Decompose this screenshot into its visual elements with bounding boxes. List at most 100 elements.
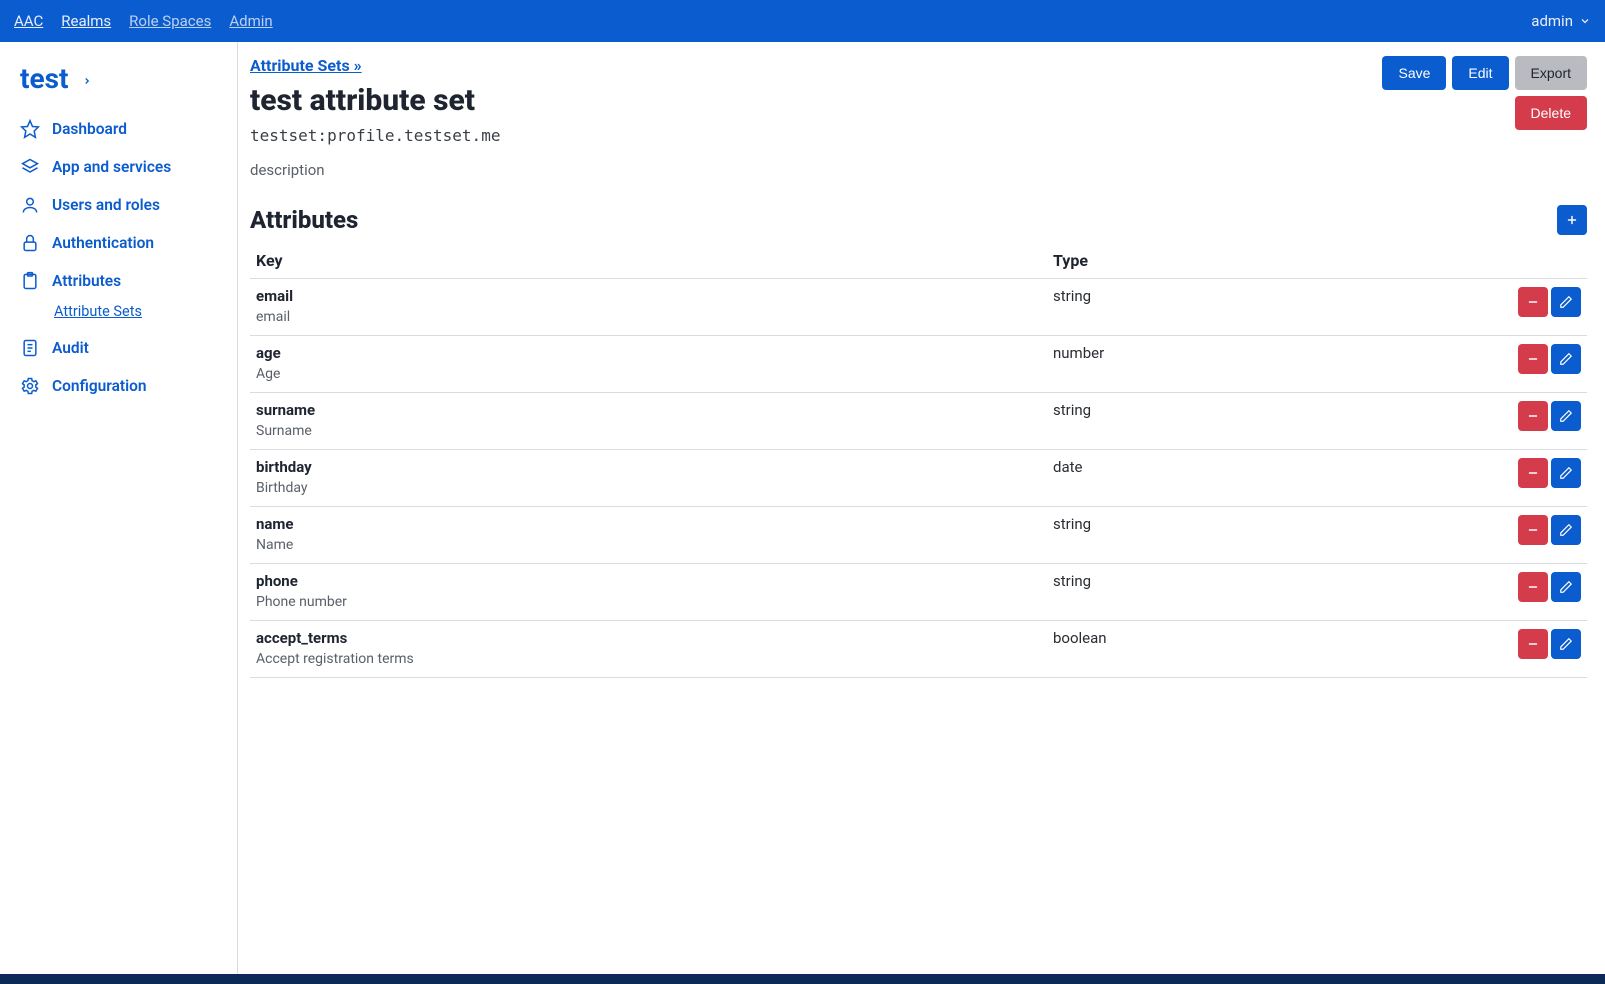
attr-type: string <box>1047 507 1487 564</box>
nav-link-admin[interactable]: Admin <box>229 12 272 30</box>
export-button[interactable]: Export <box>1515 56 1587 90</box>
add-attribute-button[interactable] <box>1557 205 1587 235</box>
attr-type: string <box>1047 279 1487 336</box>
attr-key: name <box>256 515 1041 533</box>
sidebar-menu: Dashboard App and services Users and rol… <box>20 119 223 396</box>
edit-attribute-button[interactable] <box>1551 572 1581 602</box>
pencil-icon <box>1559 466 1573 480</box>
remove-attribute-button[interactable] <box>1518 515 1548 545</box>
attr-desc: Birthday <box>256 480 1041 496</box>
remove-attribute-button[interactable] <box>1518 401 1548 431</box>
sidebar-item-authentication[interactable]: Authentication <box>20 233 223 253</box>
nav-link-role-spaces[interactable]: Role Spaces <box>129 12 211 30</box>
lock-icon <box>20 233 40 253</box>
minus-icon <box>1526 523 1540 537</box>
attr-key: age <box>256 344 1041 362</box>
minus-icon <box>1526 580 1540 594</box>
pencil-icon <box>1559 295 1573 309</box>
sidebar-label: Authentication <box>52 234 154 252</box>
table-row: ageAgenumber <box>250 336 1587 393</box>
sidebar-label: App and services <box>52 158 171 176</box>
edit-attribute-button[interactable] <box>1551 515 1581 545</box>
attr-key: phone <box>256 572 1041 590</box>
gear-icon <box>20 376 40 396</box>
table-row: accept_terms Accept registration terms boo… <box>250 621 1587 678</box>
col-header-actions <box>1487 243 1587 279</box>
remove-attribute-button[interactable] <box>1518 458 1548 488</box>
sidebar-item-dashboard[interactable]: Dashboard <box>20 119 223 139</box>
save-button[interactable]: Save <box>1382 56 1446 90</box>
description: description <box>250 161 1587 179</box>
star-icon <box>20 119 40 139</box>
minus-icon <box>1526 409 1540 423</box>
remove-attribute-button[interactable] <box>1518 287 1548 317</box>
edit-attribute-button[interactable] <box>1551 287 1581 317</box>
user-icon <box>20 195 40 215</box>
page-title: test attribute set <box>250 83 1370 118</box>
delete-button[interactable]: Delete <box>1515 96 1587 130</box>
table-row: email email string <box>250 279 1587 336</box>
table-row: name Name string <box>250 507 1587 564</box>
pencil-icon <box>1559 637 1573 651</box>
edit-attribute-button[interactable] <box>1551 401 1581 431</box>
remove-attribute-button[interactable] <box>1518 629 1548 659</box>
attr-desc: Accept registration terms <box>256 651 1041 667</box>
nav-link-realms[interactable]: Realms <box>61 12 111 30</box>
remove-attribute-button[interactable] <box>1518 344 1548 374</box>
edit-attribute-button[interactable] <box>1551 629 1581 659</box>
pencil-icon <box>1559 523 1573 537</box>
main-content: Attribute Sets » test attribute set test… <box>238 42 1605 974</box>
sidebar: test Dashboard App and services <box>0 42 238 974</box>
sidebar-label: Configuration <box>52 377 147 395</box>
attr-desc: Name <box>256 537 1041 553</box>
section-title: Attributes <box>250 206 1557 234</box>
attr-type: string <box>1047 564 1487 621</box>
attr-key: accept_terms <box>256 629 1041 647</box>
pencil-icon <box>1559 409 1573 423</box>
sidebar-item-users-roles[interactable]: Users and roles <box>20 195 223 215</box>
edit-attribute-button[interactable] <box>1551 344 1581 374</box>
breadcrumb[interactable]: Attribute Sets » <box>250 56 362 75</box>
table-row: phonePhone numberstring <box>250 564 1587 621</box>
header-actions: Save Edit Export Delete <box>1382 56 1587 130</box>
attr-key: birthday <box>256 458 1041 476</box>
sidebar-subitem-attribute-sets[interactable]: Attribute Sets <box>54 303 142 320</box>
realm-switcher[interactable]: test <box>20 62 223 95</box>
realm-name: test <box>20 62 68 95</box>
minus-icon <box>1526 637 1540 651</box>
col-header-key: Key <box>250 243 1047 279</box>
pencil-icon <box>1559 352 1573 366</box>
attr-desc: email <box>256 309 1041 325</box>
minus-icon <box>1526 466 1540 480</box>
nav-link-aac[interactable]: AAC <box>14 12 43 30</box>
topbar: AAC Realms Role Spaces Admin admin <box>0 0 1605 42</box>
sidebar-label: Dashboard <box>52 120 127 138</box>
sidebar-item-attributes[interactable]: Attributes <box>20 271 223 291</box>
sidebar-item-audit[interactable]: Audit <box>20 338 223 358</box>
sidebar-item-configuration[interactable]: Configuration <box>20 376 223 396</box>
attr-type: number <box>1047 336 1487 393</box>
identifier: testset:profile.testset.me <box>250 126 1370 145</box>
remove-attribute-button[interactable] <box>1518 572 1548 602</box>
table-row: birthdayBirthdaydate <box>250 450 1587 507</box>
attr-key: surname <box>256 401 1041 419</box>
plus-icon <box>1565 213 1579 227</box>
topbar-nav: AAC Realms Role Spaces Admin <box>14 12 273 30</box>
footer-bar <box>0 974 1605 984</box>
attr-key: email <box>256 287 1041 305</box>
col-header-type: Type <box>1047 243 1487 279</box>
edit-button[interactable]: Edit <box>1452 56 1508 90</box>
file-icon <box>20 338 40 358</box>
minus-icon <box>1526 352 1540 366</box>
table-row: surname Surname string <box>250 393 1587 450</box>
sidebar-label: Users and roles <box>52 196 160 214</box>
edit-attribute-button[interactable] <box>1551 458 1581 488</box>
user-name: admin <box>1531 12 1573 30</box>
chevron-right-icon <box>82 76 92 86</box>
sidebar-item-app-services[interactable]: App and services <box>20 157 223 177</box>
user-menu[interactable]: admin <box>1531 12 1591 30</box>
attr-type: string <box>1047 393 1487 450</box>
attr-desc: Surname <box>256 423 1041 439</box>
chevron-down-icon <box>1579 15 1591 27</box>
attr-type: boolean <box>1047 621 1487 678</box>
